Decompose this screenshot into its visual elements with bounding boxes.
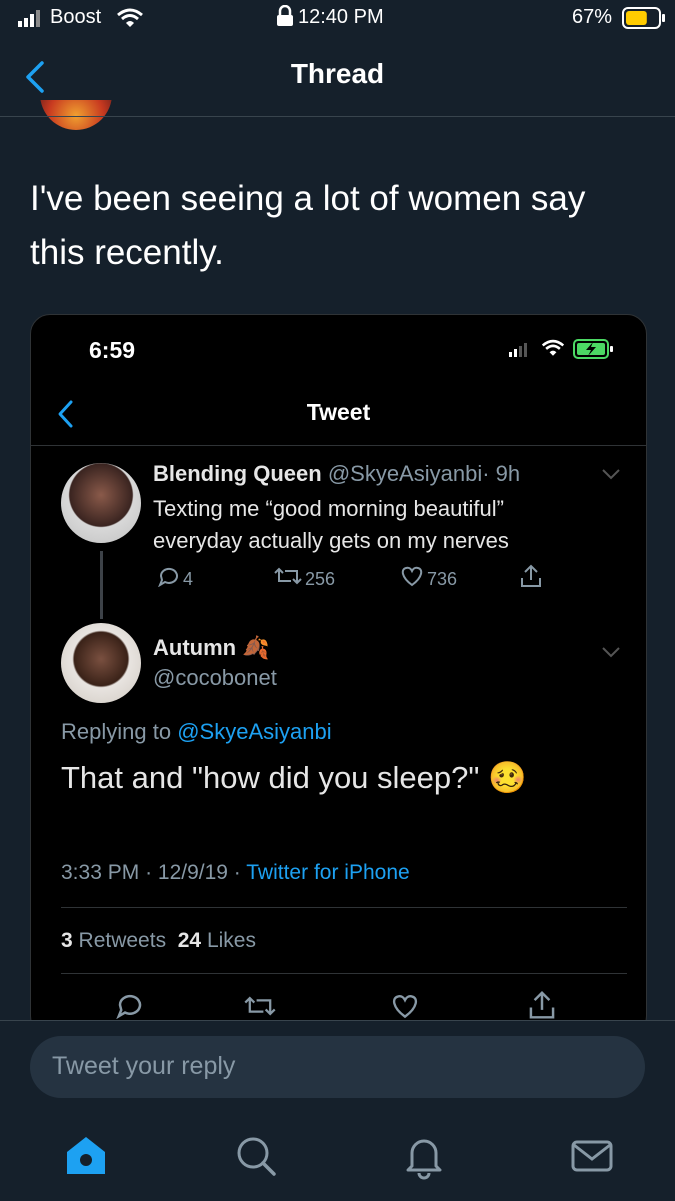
retweet-action-icon — [244, 996, 276, 1016]
reply-stats-row: 3 Retweets 24 Likes — [61, 929, 256, 953]
reply-placeholder: Tweet your reply — [52, 1052, 236, 1080]
clock-label: 12:40 PM — [298, 6, 384, 28]
parent-share-icon — [521, 564, 541, 587]
embed-signal-icon — [509, 343, 527, 357]
search-icon[interactable] — [232, 1132, 280, 1180]
stats-top-divider — [61, 907, 627, 908]
parent-display-name: Blending Queen — [153, 461, 322, 486]
reply-time: 3:33 PM — [61, 861, 140, 884]
tweet-text-line: this recently. — [30, 233, 224, 272]
share-action-icon — [529, 990, 555, 1019]
messages-icon[interactable] — [568, 1132, 616, 1180]
parent-handle: @SkyeAsiyanbi — [327, 461, 483, 486]
reply-name-row: Autumn 🍂 — [153, 635, 270, 661]
reply-avatar — [61, 623, 141, 703]
like-label: Likes — [206, 929, 256, 952]
parent-text: Texting me “good morning beautiful” ever… — [153, 493, 509, 557]
parent-retweet-icon — [274, 567, 302, 585]
reply-handle: @cocobonet — [153, 665, 277, 690]
parent-age: · 9h — [482, 461, 521, 486]
reply-text: That and "how did you sleep?" — [61, 760, 480, 795]
home-icon[interactable] — [62, 1132, 110, 1180]
embed-nav-divider — [31, 445, 646, 446]
retweet-label: Retweets — [78, 929, 167, 952]
status-bar: Boost 12:40 PM 67% — [0, 0, 675, 40]
parent-header: Blending Queen @SkyeAsiyanbi· 9h — [153, 461, 520, 487]
page-title: Thread — [290, 58, 385, 89]
embed-battery-charging-icon — [573, 339, 613, 359]
tweet-text-line: I've been seeing a lot of women say — [30, 179, 586, 218]
notifications-icon[interactable] — [400, 1132, 448, 1180]
replying-to-link: @SkyeAsiyanbi — [177, 719, 332, 744]
tweet-text: I've been seeing a lot of women say this… — [30, 172, 650, 280]
parent-reply-count: 4 — [183, 569, 194, 589]
reply-meta-row: 3:33 PM · 12/9/19 · Twitter for iPhone — [61, 861, 410, 885]
embed-wifi-icon — [541, 339, 565, 356]
parent-retweet-count: 256 — [305, 569, 336, 589]
parent-text-line: everyday actually gets on my nerves — [153, 528, 509, 553]
reply-source-link: Twitter for iPhone — [246, 861, 410, 884]
replying-to-row: Replying to @SkyeAsiyanbi — [61, 719, 332, 745]
like-count: 24 — [177, 929, 202, 952]
signal-icon — [18, 10, 40, 27]
parent-reply-icon — [158, 567, 178, 587]
lock-icon — [277, 5, 293, 26]
battery-icon — [622, 7, 665, 29]
reply-date: · 12/9/19 · — [145, 861, 241, 884]
parent-like-icon — [401, 566, 423, 587]
nav-divider — [0, 116, 675, 117]
carrier-label: Boost — [50, 6, 102, 28]
embed-status-time: 6:59 — [89, 337, 136, 363]
parent-like-count: 736 — [427, 569, 458, 589]
like-action-icon — [392, 995, 418, 1019]
retweet-count: 3 — [61, 929, 73, 952]
parent-text-line: Texting me “good morning beautiful” — [153, 496, 504, 521]
battery-percent-label: 67% — [572, 6, 613, 28]
reply-caret-icon — [602, 647, 620, 658]
leaf-emoji: 🍂 — [242, 635, 270, 660]
parent-avatar — [61, 463, 141, 543]
embed-title: Tweet — [306, 399, 371, 425]
author-avatar[interactable] — [40, 100, 112, 130]
reply-text-row: That and "how did you sleep?" 🥴 — [61, 759, 527, 796]
reply-display-name: Autumn — [153, 635, 237, 660]
replying-to-prefix: Replying to — [61, 719, 172, 744]
reply-action-icon — [116, 994, 142, 1019]
stats-bottom-divider — [61, 973, 627, 974]
thread-line — [100, 551, 103, 619]
parent-caret-icon — [602, 469, 620, 480]
wifi-icon — [117, 8, 143, 27]
woozy-emoji: 🥴 — [488, 760, 527, 795]
embedded-screenshot[interactable]: 6:59 Tweet Blending Queen @SkyeAsiyanbi·… — [30, 314, 647, 1036]
